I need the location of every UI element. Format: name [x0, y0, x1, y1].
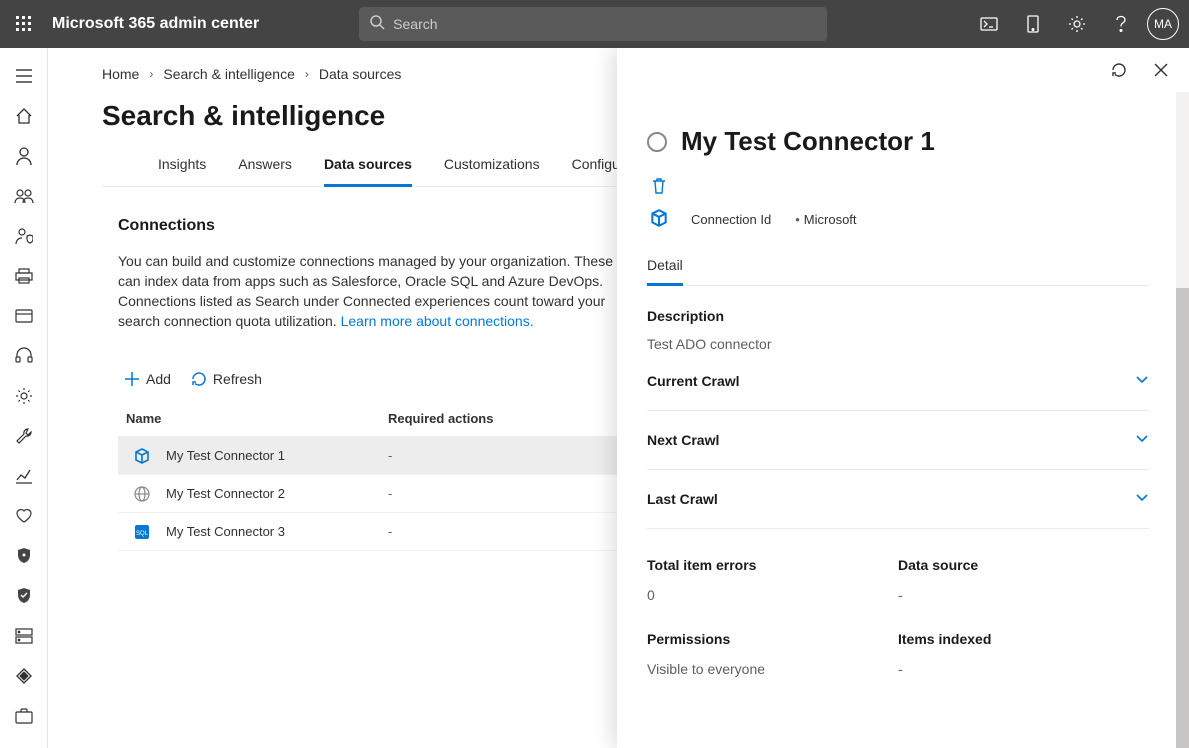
gear-icon[interactable] — [1055, 0, 1099, 48]
gear-nav-icon[interactable] — [0, 376, 48, 416]
connections-description: You can build and customize connections … — [118, 251, 618, 331]
refresh-label: Refresh — [213, 371, 262, 387]
accordion-label: Last Crawl — [647, 491, 718, 507]
column-name[interactable]: Name — [118, 411, 388, 426]
row-required: - — [388, 524, 588, 539]
mobile-icon[interactable] — [1011, 0, 1055, 48]
refresh-button[interactable]: Refresh — [191, 371, 262, 387]
printer-icon[interactable] — [0, 256, 48, 296]
connector-icon — [118, 447, 166, 465]
chevron-down-icon — [1135, 490, 1149, 508]
delete-button[interactable] — [651, 177, 1149, 200]
help-icon[interactable] — [1099, 0, 1143, 48]
accordion-item-current-crawl[interactable]: Current Crawl — [647, 352, 1149, 411]
stat-total-errors: Total item errors 0 — [647, 557, 898, 631]
panel-scrollbar[interactable] — [1176, 92, 1189, 748]
description-value: Test ADO connector — [647, 336, 1149, 352]
column-required[interactable]: Required actions — [388, 411, 588, 426]
breadcrumb-item[interactable]: Home — [102, 66, 139, 82]
chart-icon[interactable] — [0, 456, 48, 496]
home-icon[interactable] — [0, 96, 48, 136]
tab-customizations[interactable]: Customizations — [444, 150, 540, 186]
provider-label: •Microsoft — [791, 212, 856, 227]
panel-tab-detail[interactable]: Detail — [647, 253, 683, 286]
description-block: Description Test ADO connector — [647, 308, 1149, 352]
server-icon[interactable] — [0, 616, 48, 656]
row-required: - — [388, 448, 588, 463]
tab-insights[interactable]: Insights — [158, 150, 206, 186]
stat-value: - — [898, 587, 1149, 603]
stat-items-indexed: Items indexed - — [898, 631, 1149, 705]
panel-title: My Test Connector 1 — [681, 126, 935, 157]
chevron-down-icon — [1135, 372, 1149, 390]
chevron-right-icon: › — [149, 67, 153, 81]
shield-nav-icon[interactable] — [0, 536, 48, 576]
row-name: My Test Connector 2 — [166, 486, 388, 501]
main-content: Home › Search & intelligence › Data sour… — [48, 48, 1189, 748]
user-icon[interactable] — [0, 136, 48, 176]
accordion-label: Next Crawl — [647, 432, 719, 448]
crawl-accordion: Current Crawl Next Crawl Last Crawl — [647, 352, 1149, 529]
headset-icon[interactable] — [0, 336, 48, 376]
stat-value: - — [898, 661, 1149, 677]
heart-icon[interactable] — [0, 496, 48, 536]
svg-text:SQL: SQL — [136, 531, 149, 537]
stat-label: Total item errors — [647, 557, 898, 573]
connector-icon: SQL — [118, 524, 166, 540]
diamond-icon[interactable] — [0, 656, 48, 696]
accordion-item-last-crawl[interactable]: Last Crawl — [647, 470, 1149, 529]
cloud-shell-icon[interactable] — [967, 0, 1011, 48]
top-header: Microsoft 365 admin center MA — [0, 0, 1189, 48]
tab-data-sources[interactable]: Data sources — [324, 150, 412, 187]
wrench-icon[interactable] — [0, 416, 48, 456]
stat-value: Visible to everyone — [647, 661, 898, 677]
scrollbar-thumb[interactable] — [1176, 288, 1189, 748]
menu-icon[interactable] — [0, 56, 48, 96]
tab-answers[interactable]: Answers — [238, 150, 292, 186]
stat-label: Items indexed — [898, 631, 1149, 647]
description-label: Description — [647, 308, 1149, 324]
row-required: - — [388, 486, 588, 501]
accordion-label: Current Crawl — [647, 373, 740, 389]
detail-panel: My Test Connector 1 Connection Id •Micro… — [617, 48, 1189, 748]
refresh-panel-button[interactable] — [1107, 58, 1131, 82]
status-circle-icon — [647, 132, 667, 152]
add-button[interactable]: Add — [124, 371, 171, 387]
user-shield-icon[interactable] — [0, 216, 48, 256]
add-label: Add — [146, 371, 171, 387]
breadcrumb-item[interactable]: Search & intelligence — [163, 66, 295, 82]
card-icon[interactable] — [0, 296, 48, 336]
panel-toolbar — [617, 48, 1189, 92]
connection-id-label: Connection Id — [691, 212, 771, 227]
panel-meta: Connection Id •Microsoft — [649, 208, 1149, 231]
row-name: My Test Connector 1 — [166, 448, 388, 463]
chevron-down-icon — [1135, 431, 1149, 449]
learn-more-link[interactable]: Learn more about connections. — [341, 313, 534, 329]
stat-label: Permissions — [647, 631, 898, 647]
stat-permissions: Permissions Visible to everyone — [647, 631, 898, 705]
connector-icon — [649, 208, 671, 231]
connector-icon — [118, 486, 166, 502]
briefcase-icon[interactable] — [0, 696, 48, 736]
search-input[interactable] — [393, 16, 817, 32]
user-avatar[interactable]: MA — [1147, 8, 1179, 40]
shield-outline-icon[interactable] — [0, 576, 48, 616]
stat-label: Data source — [898, 557, 1149, 573]
search-icon — [369, 14, 385, 35]
teams-icon[interactable] — [0, 176, 48, 216]
stats-grid: Total item errors 0 Data source - Permis… — [647, 557, 1149, 705]
chevron-right-icon: › — [305, 67, 309, 81]
app-title: Microsoft 365 admin center — [48, 15, 259, 33]
panel-title-row: My Test Connector 1 — [647, 126, 1149, 157]
row-name: My Test Connector 3 — [166, 524, 388, 539]
close-panel-button[interactable] — [1149, 58, 1173, 82]
stat-value: 0 — [647, 587, 898, 603]
waffle-icon[interactable] — [0, 0, 48, 48]
search-box[interactable] — [359, 7, 827, 41]
panel-tabs: Detail — [647, 253, 1149, 286]
left-nav-rail — [0, 48, 48, 748]
breadcrumb-item[interactable]: Data sources — [319, 66, 401, 82]
accordion-item-next-crawl[interactable]: Next Crawl — [647, 411, 1149, 470]
stat-data-source: Data source - — [898, 557, 1149, 631]
